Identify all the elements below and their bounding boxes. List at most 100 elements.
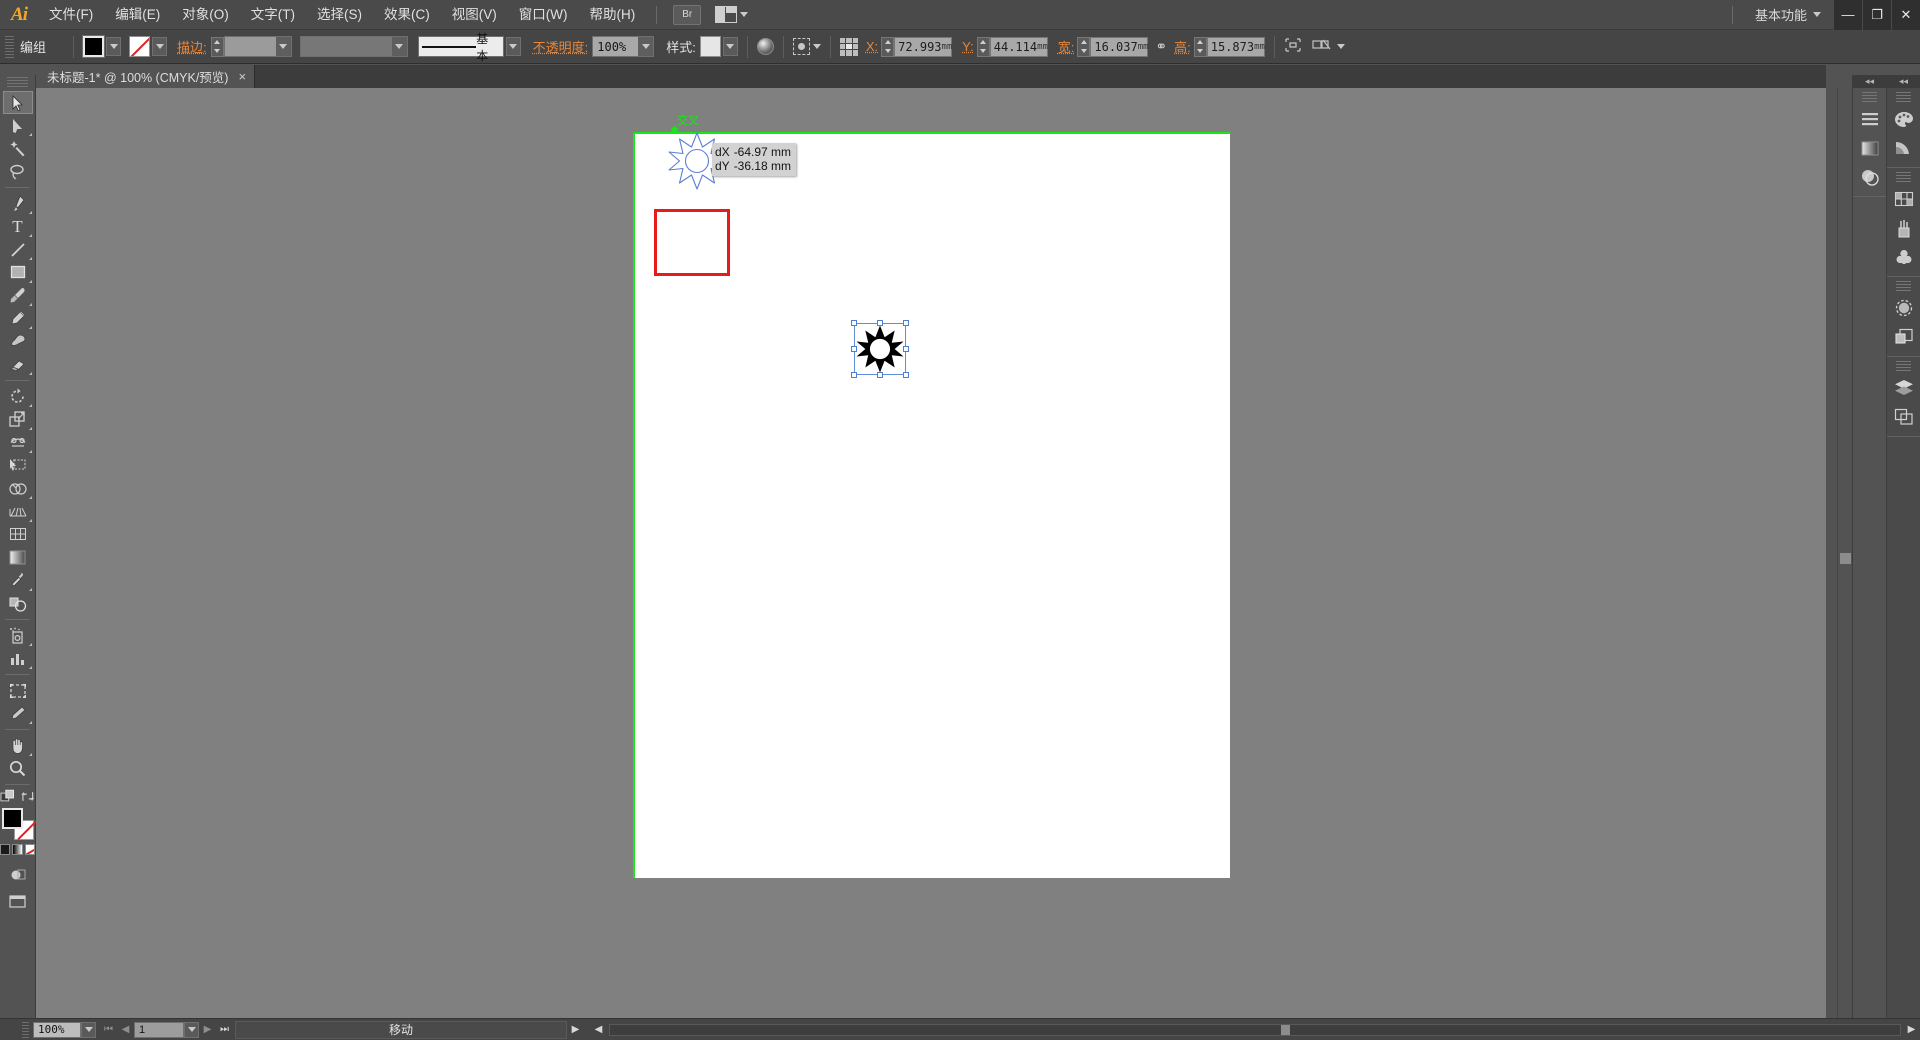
none-icon[interactable] [24, 844, 35, 855]
paintbrush-tool[interactable] [3, 284, 33, 307]
y-stepper[interactable] [976, 36, 990, 57]
fill-color-indicator[interactable] [1, 808, 23, 829]
pen-tool[interactable] [3, 192, 33, 215]
gradient-tool[interactable] [3, 546, 33, 569]
height-stepper[interactable] [1193, 36, 1207, 57]
menu-select[interactable]: 选择(S) [306, 0, 373, 30]
selection-handle[interactable] [903, 346, 909, 352]
arrange-documents-button[interactable] [715, 6, 749, 23]
canvas-vertical-scrollbar[interactable] [1837, 88, 1852, 1018]
document-canvas[interactable]: 交叉 ✱ dX dY -64.97 mm -36.18 mm [36, 88, 1826, 1018]
transform-panel-icon[interactable] [1284, 37, 1302, 56]
menu-effect[interactable]: 效果(C) [373, 0, 441, 30]
close-button[interactable]: ✕ [1891, 0, 1920, 30]
workspace-chevron-down-icon[interactable] [1813, 12, 1821, 17]
direct-selection-tool[interactable] [3, 114, 33, 137]
opacity-label[interactable]: 不透明度: [533, 37, 589, 56]
menu-view[interactable]: 视图(V) [441, 0, 508, 30]
style-dropdown-button[interactable] [722, 37, 738, 56]
stroke-color-control[interactable] [129, 36, 167, 57]
scroll-left-icon[interactable]: ◀ [590, 1021, 607, 1039]
panel-group-gripper[interactable] [1862, 92, 1877, 102]
stroke-dropdown-button[interactable] [152, 37, 167, 56]
brush-definition-select[interactable]: 基本 [417, 32, 504, 63]
fill-color-control[interactable] [82, 35, 121, 58]
selection-handle[interactable] [903, 320, 909, 326]
zoom-tool[interactable] [3, 757, 33, 780]
transparency-panel-icon[interactable] [1855, 163, 1885, 191]
selection-handle[interactable] [877, 372, 883, 378]
lasso-tool[interactable] [3, 160, 33, 183]
symbol-sprayer-tool[interactable] [3, 624, 33, 647]
eraser-tool[interactable] [3, 353, 33, 376]
horizontal-scrollbar[interactable] [609, 1023, 1901, 1036]
menu-object[interactable]: 对象(O) [171, 0, 240, 30]
color-icon[interactable] [0, 844, 11, 855]
align-panel-icon[interactable] [1855, 105, 1885, 133]
scroll-right-icon[interactable]: ▶ [1903, 1021, 1920, 1039]
constrain-proportions-icon[interactable]: ⚭ [1155, 38, 1167, 55]
close-icon[interactable]: × [238, 69, 246, 84]
chevron-down-icon[interactable] [638, 37, 654, 56]
selection-handle[interactable] [851, 372, 857, 378]
scale-tool[interactable] [3, 408, 33, 431]
fill-swatch[interactable] [82, 35, 105, 58]
status-menu-icon[interactable]: ▶ [567, 1021, 584, 1039]
recolor-artwork-icon[interactable] [756, 38, 774, 55]
magic-wand-tool[interactable] [3, 137, 33, 160]
panel-group-gripper[interactable] [1896, 361, 1911, 371]
next-page-icon[interactable]: ▶ [199, 1021, 216, 1039]
artboard-tool[interactable] [3, 679, 33, 702]
artboards-panel-icon[interactable] [1889, 403, 1919, 431]
prev-page-icon[interactable]: ◀ [117, 1021, 134, 1039]
menu-edit[interactable]: 编辑(E) [104, 0, 171, 30]
pencil-tool[interactable] [3, 307, 33, 330]
color-panel-icon[interactable] [1889, 105, 1919, 133]
mesh-tool[interactable] [3, 523, 33, 546]
graphic-style-control[interactable] [699, 36, 738, 57]
panel-group-gripper[interactable] [1896, 92, 1911, 102]
color-guide-panel-icon[interactable] [1889, 134, 1919, 162]
isolate-chevron-down-icon[interactable] [1336, 44, 1345, 49]
eyedropper-tool[interactable] [3, 569, 33, 592]
free-transform-tool[interactable] [3, 454, 33, 477]
workspace-switcher[interactable]: 基本功能 [1743, 5, 1813, 24]
artboard[interactable] [634, 133, 1230, 878]
horizontal-scroll-thumb[interactable] [1280, 1024, 1290, 1035]
menu-file[interactable]: 文件(F) [38, 0, 104, 30]
panel-group-gripper[interactable] [1896, 281, 1911, 291]
selection-handle[interactable] [877, 320, 883, 326]
selection-handle[interactable] [851, 346, 857, 352]
vertical-scroll-thumb[interactable] [1840, 553, 1851, 564]
collapse-outer-panels-icon[interactable]: ◂◂ [1887, 75, 1920, 88]
rectangle-tool[interactable] [3, 261, 33, 284]
appearance-panel-icon[interactable] [1889, 294, 1919, 322]
graphic-style-swatch[interactable] [699, 36, 721, 57]
graphic-styles-panel-icon[interactable] [1889, 323, 1919, 351]
line-segment-tool[interactable] [3, 238, 33, 261]
brush-dropdown-button[interactable] [505, 37, 521, 56]
zoom-level-field[interactable]: 100% [33, 1021, 81, 1038]
status-text[interactable]: 移动 [235, 1020, 567, 1039]
stroke-variable-width-select[interactable] [299, 36, 408, 57]
selection-tool[interactable] [2, 91, 33, 114]
fill-stroke-indicator[interactable] [1, 808, 34, 840]
stroke-weight-label[interactable]: 描边: [177, 37, 207, 56]
shape-builder-tool[interactable] [3, 477, 33, 500]
menu-window[interactable]: 窗口(W) [508, 0, 579, 30]
selection-handle[interactable] [851, 320, 857, 326]
blob-brush-tool[interactable] [3, 330, 33, 353]
blend-tool[interactable] [3, 592, 33, 615]
align-chevron-down-icon[interactable] [812, 44, 821, 49]
gradient-panel-icon[interactable] [1855, 134, 1885, 162]
draw-normal-icon[interactable] [3, 863, 33, 886]
collapse-panels-icon[interactable]: ◂◂ [1853, 75, 1886, 88]
symbols-panel-icon[interactable] [1889, 243, 1919, 271]
first-page-icon[interactable]: ⏮ [100, 1021, 117, 1039]
rotate-tool[interactable] [3, 385, 33, 408]
bridge-icon[interactable]: Br [673, 4, 702, 25]
fill-dropdown-button[interactable] [106, 37, 121, 56]
x-stepper[interactable] [881, 36, 895, 57]
height-field[interactable]: 15.873 mm [1206, 36, 1265, 57]
last-page-icon[interactable]: ⏭ [216, 1021, 233, 1039]
